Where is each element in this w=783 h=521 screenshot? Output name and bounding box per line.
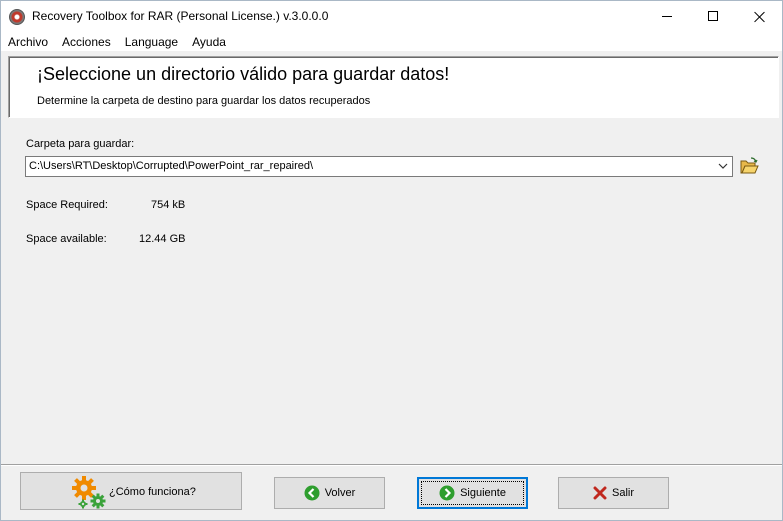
page-subtitle: Determine la carpeta de destino para gua…: [37, 95, 371, 107]
open-folder-icon[interactable]: [739, 156, 759, 176]
bottom-divider: [1, 464, 782, 466]
menu-language[interactable]: Language: [125, 31, 178, 51]
exit-label: Salir: [611, 487, 634, 499]
maximize-icon: [708, 11, 718, 21]
exit-button[interactable]: Salir: [558, 477, 669, 509]
how-it-works-button[interactable]: ¿Cómo funciona?: [20, 472, 242, 510]
folder-path-combobox[interactable]: C:\Users\RT\Desktop\Corrupted\PowerPoint…: [25, 156, 733, 177]
gears-icon: [72, 476, 106, 509]
space-available-label: Space available:: [26, 233, 107, 245]
minimize-icon: [662, 15, 672, 17]
chevron-down-icon[interactable]: [718, 161, 728, 171]
folder-path-value: C:\Users\RT\Desktop\Corrupted\PowerPoint…: [29, 160, 314, 172]
minimize-button[interactable]: [644, 1, 690, 31]
red-x-icon: [593, 486, 607, 500]
page-title: ¡Seleccione un directorio válido para gu…: [37, 64, 450, 84]
back-button[interactable]: Volver: [274, 477, 385, 509]
how-it-works-label: ¿Cómo funciona?: [109, 486, 196, 498]
close-icon: [754, 11, 765, 22]
menu-ayuda[interactable]: Ayuda: [192, 31, 226, 51]
window-title: Recovery Toolbox for RAR (Personal Licen…: [32, 9, 329, 23]
rar-recovery-app-icon[interactable]: [9, 9, 25, 25]
space-required-value: 754 kB: [151, 199, 186, 211]
app-window: Recovery Toolbox for RAR (Personal Licen…: [0, 0, 783, 521]
close-button[interactable]: [736, 1, 782, 31]
menu-archivo[interactable]: Archivo: [8, 31, 48, 51]
title-bar[interactable]: Recovery Toolbox for RAR (Personal Licen…: [1, 1, 782, 31]
back-label: Volver: [324, 487, 356, 499]
focus-rectangle: [421, 481, 524, 505]
menu-bar: Archivo Acciones Language Ayuda: [1, 31, 782, 51]
space-required-label: Space Required:: [26, 199, 108, 211]
space-available-value: 12.44 GB: [139, 233, 186, 245]
header-panel: ¡Seleccione un directorio válido para gu…: [8, 56, 779, 118]
menu-acciones[interactable]: Acciones: [62, 31, 111, 51]
folder-label: Carpeta para guardar:: [26, 138, 135, 150]
back-arrow-icon: [304, 485, 320, 501]
next-button[interactable]: Siguiente: [417, 477, 528, 509]
maximize-button[interactable]: [690, 1, 736, 31]
